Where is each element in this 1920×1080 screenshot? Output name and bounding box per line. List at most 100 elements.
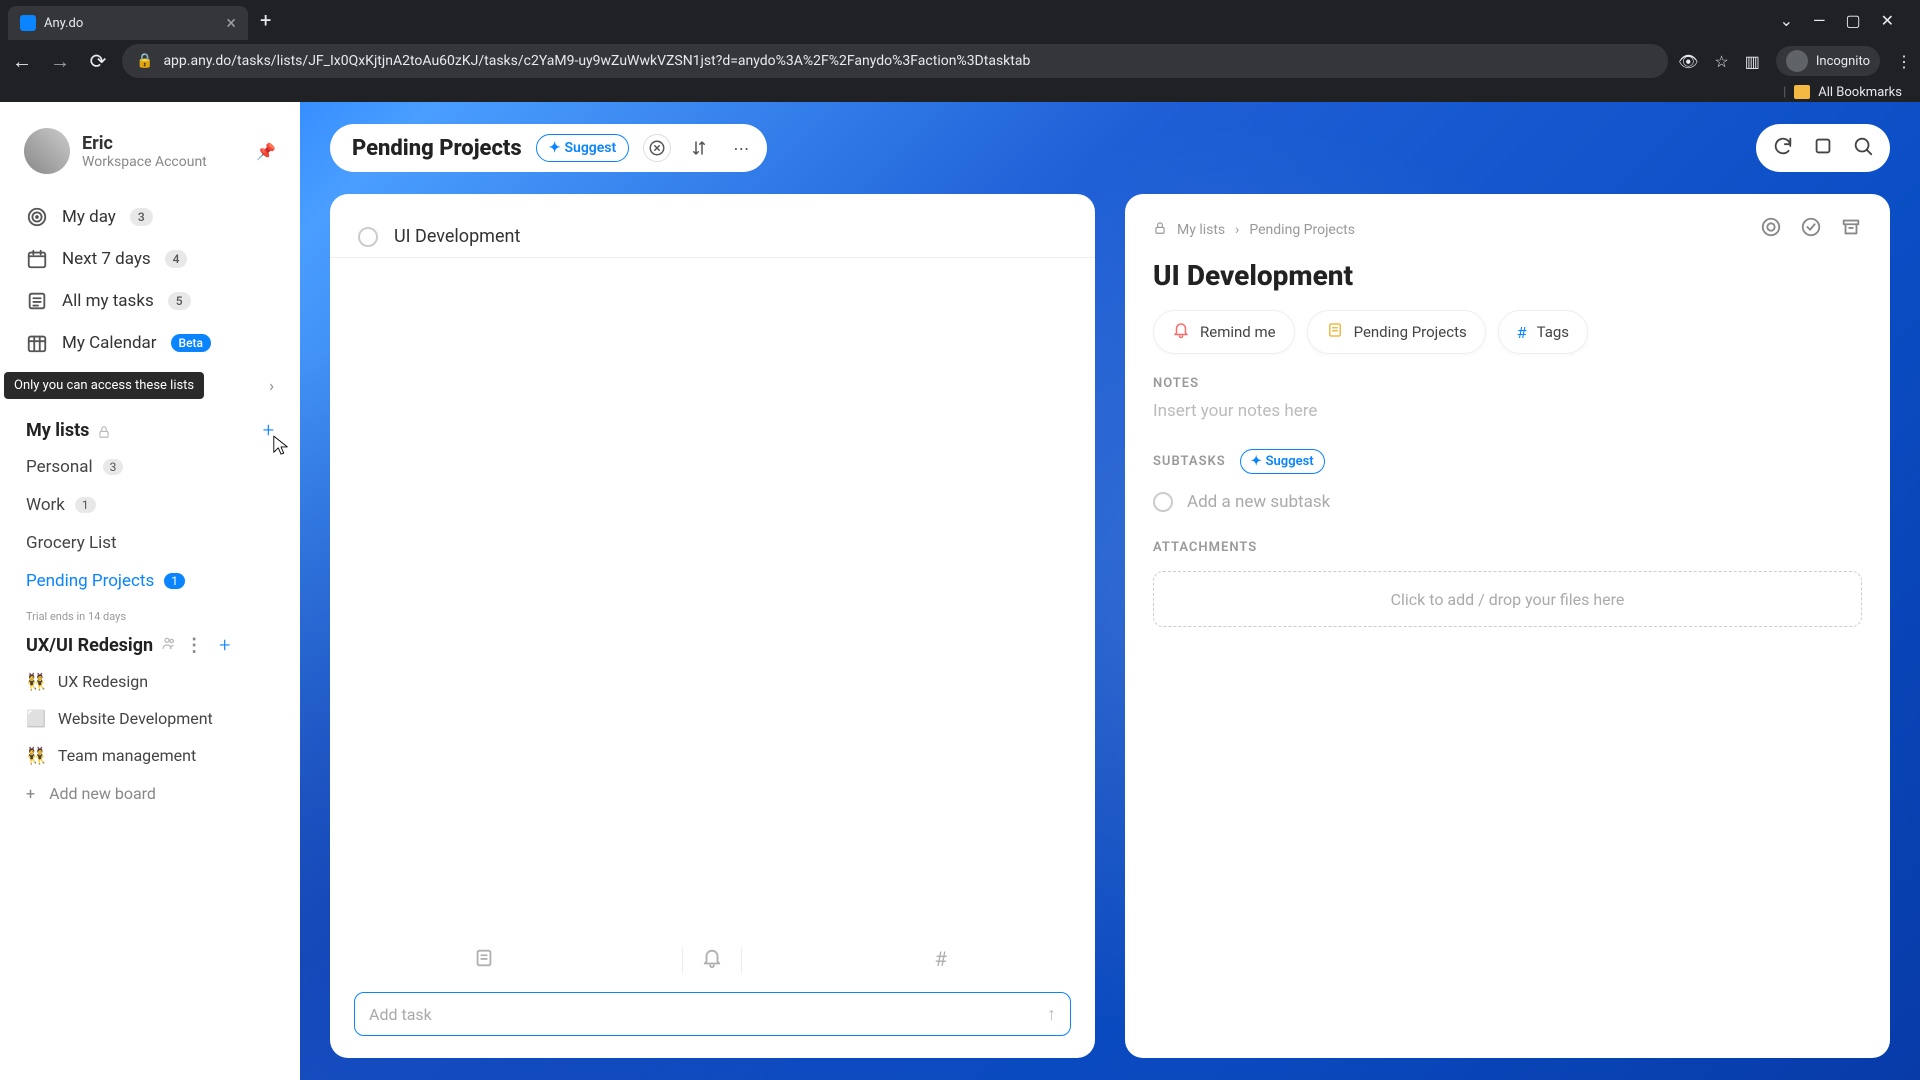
- list-icon: [1326, 321, 1344, 343]
- close-window-icon[interactable]: ✕: [1881, 11, 1894, 30]
- task-row[interactable]: UI Development: [330, 216, 1095, 258]
- suggest-button[interactable]: ✦ Suggest: [536, 134, 629, 162]
- task-name: UI Development: [394, 226, 520, 247]
- target-icon: [26, 206, 48, 228]
- page-title: Pending Projects: [352, 136, 522, 161]
- add-task-input[interactable]: [369, 1005, 1047, 1024]
- breadcrumb-root[interactable]: My lists: [1177, 222, 1225, 238]
- add-list-button[interactable]: +: [263, 418, 274, 442]
- incognito-indicator[interactable]: Incognito: [1776, 46, 1880, 76]
- board-item-team-mgmt[interactable]: 👯 Team management: [12, 737, 288, 774]
- reload-button[interactable]: ⟳: [84, 49, 112, 73]
- list-label: Pending Projects: [26, 571, 154, 591]
- breadcrumb-list[interactable]: Pending Projects: [1249, 222, 1355, 238]
- remind-chip[interactable]: Remind me: [1153, 310, 1295, 354]
- task-checkbox[interactable]: [358, 227, 378, 247]
- tags-chip[interactable]: # Tags: [1498, 310, 1588, 354]
- board-label: Team management: [58, 746, 196, 765]
- emoji-icon: 👯: [26, 746, 46, 765]
- app-root: Eric Workspace Account 📌 My day 3 Next 7…: [0, 102, 1920, 1080]
- add-new-board[interactable]: + Add new board: [12, 774, 288, 813]
- panel-icon[interactable]: ▥: [1745, 52, 1760, 71]
- panels: UI Development # ↑ My lists ›: [330, 194, 1890, 1058]
- list-chip[interactable]: Pending Projects: [1307, 310, 1486, 354]
- calendar-icon: [26, 248, 48, 270]
- board-item-website-dev[interactable]: ⬜ Website Development: [12, 700, 288, 737]
- check-circle-icon[interactable]: [1800, 216, 1822, 243]
- user-subtitle: Workspace Account: [82, 154, 207, 170]
- count-badge: 1: [164, 573, 185, 589]
- bars-icon: ⬜: [26, 709, 46, 728]
- detail-title[interactable]: UI Development: [1125, 255, 1890, 310]
- my-lists-header: Only you can access these lists My lists…: [12, 406, 288, 448]
- kebab-menu-icon[interactable]: ⋮: [185, 635, 203, 656]
- detail-breadcrumb: My lists › Pending Projects: [1125, 216, 1890, 255]
- archive-icon[interactable]: [1840, 216, 1862, 243]
- sidebar-item-all-tasks[interactable]: All my tasks 5: [12, 280, 288, 322]
- bell-icon[interactable]: [682, 947, 742, 974]
- tab-bar: Any.do × + ⌄ ― ▢ ✕: [0, 0, 1920, 40]
- bell-icon: [1172, 321, 1190, 343]
- subtask-checkbox[interactable]: [1153, 492, 1173, 512]
- note-icon[interactable]: [454, 947, 514, 974]
- window-controls: ⌄ ― ▢ ✕: [1780, 11, 1912, 30]
- browser-tab[interactable]: Any.do ×: [8, 6, 248, 40]
- list-item-personal[interactable]: Personal 3: [12, 448, 288, 486]
- count-badge: 4: [165, 250, 188, 268]
- right-action-pill: [1756, 124, 1890, 172]
- browser-right-icons: 👁 ☆ ▥ Incognito ⋮: [1678, 46, 1912, 76]
- new-tab-button[interactable]: +: [260, 8, 271, 32]
- sidebar-item-next-7-days[interactable]: Next 7 days 4: [12, 238, 288, 280]
- count-badge: 3: [103, 459, 124, 475]
- filter-clear-icon[interactable]: [643, 134, 671, 162]
- more-icon[interactable]: ⋯: [727, 134, 755, 162]
- nav-label: Next 7 days: [62, 249, 151, 269]
- hash-icon: #: [1517, 323, 1527, 342]
- kebab-menu-icon[interactable]: ⋮: [1896, 52, 1912, 71]
- subtask-placeholder: Add a new subtask: [1187, 492, 1330, 512]
- square-icon[interactable]: [1812, 135, 1834, 162]
- minimize-icon[interactable]: ―: [1813, 11, 1826, 30]
- attachments-label: ATTACHMENTS: [1125, 540, 1890, 565]
- close-tab-icon[interactable]: ×: [226, 13, 236, 34]
- add-subtask-row[interactable]: Add a new subtask: [1125, 486, 1890, 540]
- forward-button[interactable]: →: [46, 49, 74, 74]
- back-button[interactable]: ←: [8, 49, 36, 74]
- workspace-name: UX/UI Redesign: [26, 635, 153, 656]
- user-profile[interactable]: Eric Workspace Account 📌: [12, 122, 288, 180]
- user-name: Eric: [82, 133, 207, 154]
- star-icon[interactable]: ☆: [1714, 52, 1728, 71]
- maximize-icon[interactable]: ▢: [1845, 11, 1860, 30]
- suggest-subtasks-button[interactable]: ✦ Suggest: [1240, 449, 1325, 474]
- sort-icon[interactable]: [685, 134, 713, 162]
- url-bar[interactable]: 🔒 app.any.do/tasks/lists/JF_Ix0QxKjtjnA2…: [122, 44, 1668, 78]
- lock-icon: 🔒: [136, 53, 153, 69]
- list-icon: [26, 290, 48, 312]
- emoji-icon: 👯: [26, 672, 46, 691]
- board-label: UX Redesign: [58, 672, 148, 691]
- list-item-grocery[interactable]: Grocery List: [12, 524, 288, 562]
- sync-icon[interactable]: [1772, 135, 1794, 162]
- submit-arrow-icon[interactable]: ↑: [1047, 1004, 1056, 1025]
- list-item-work[interactable]: Work 1: [12, 486, 288, 524]
- pin-icon[interactable]: 📌: [256, 142, 276, 161]
- lock-icon: [1153, 221, 1167, 239]
- list-item-pending-projects[interactable]: Pending Projects 1: [12, 562, 288, 600]
- sidebar-item-my-day[interactable]: My day 3: [12, 196, 288, 238]
- nav-label: My day: [62, 207, 116, 227]
- sidebar-item-calendar[interactable]: My Calendar Beta: [12, 322, 288, 364]
- notes-input[interactable]: Insert your notes here: [1125, 401, 1890, 449]
- incognito-label: Incognito: [1816, 54, 1870, 69]
- task-list-body: [330, 258, 1095, 937]
- lock-icon: [97, 423, 111, 437]
- all-bookmarks-link[interactable]: All Bookmarks: [1818, 85, 1902, 100]
- add-board-button[interactable]: +: [219, 633, 230, 657]
- content-area: Pending Projects ✦ Suggest ⋯ UI D: [300, 102, 1920, 1080]
- target-icon[interactable]: [1760, 216, 1782, 243]
- board-item-ux-redesign[interactable]: 👯 UX Redesign: [12, 663, 288, 700]
- eye-off-icon[interactable]: 👁: [1678, 52, 1698, 71]
- hash-icon[interactable]: #: [911, 947, 971, 974]
- chevron-down-icon[interactable]: ⌄: [1780, 11, 1793, 30]
- search-icon[interactable]: [1852, 135, 1874, 162]
- attachments-dropzone[interactable]: Click to add / drop your files here: [1153, 571, 1862, 627]
